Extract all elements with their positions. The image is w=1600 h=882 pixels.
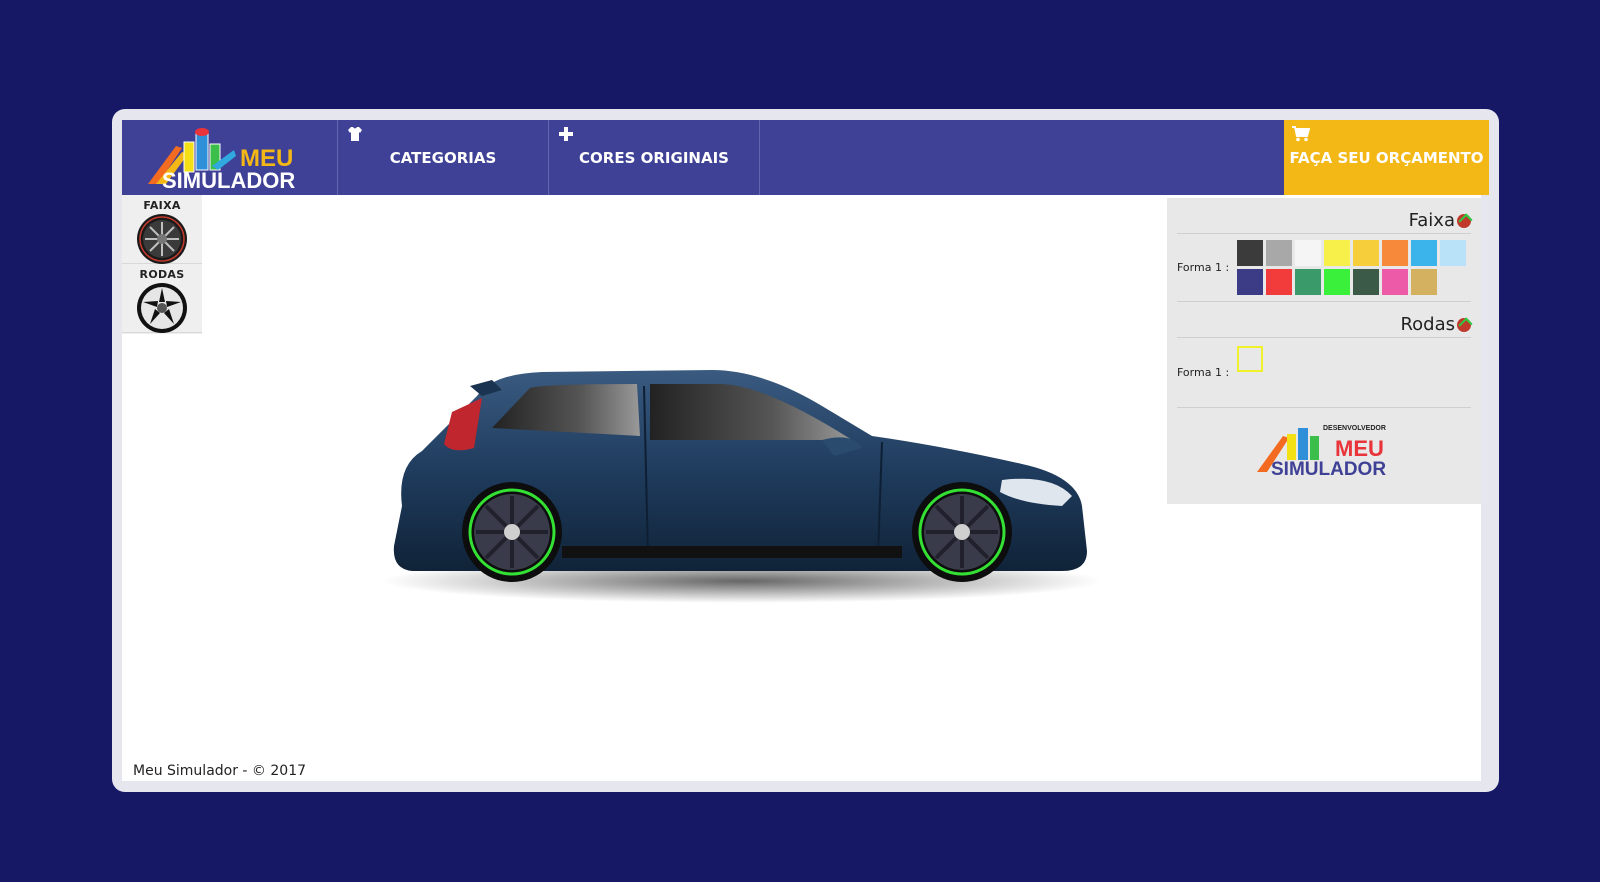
color-swatch[interactable] [1295, 240, 1321, 266]
section-rodas-label: Rodas [1400, 314, 1455, 335]
developer-logo-simulador: SIMULADOR [1271, 459, 1386, 478]
app-frame: MEU SIMULADOR CATEGORIAS CORES ORIGINAIS [112, 109, 1499, 792]
top-nav: MEU SIMULADOR CATEGORIAS CORES ORIGINAIS [122, 120, 1489, 195]
faixa-swatch-grid [1237, 240, 1466, 295]
color-swatch[interactable] [1411, 269, 1437, 295]
rodas-swatch-selected[interactable] [1237, 346, 1263, 372]
plus-icon [558, 126, 574, 146]
rodas-form-label: Forma 1 : [1177, 366, 1230, 379]
footer-copyright: Meu Simulador - © 2017 [133, 763, 307, 779]
developer-logo-meu: MEU [1335, 436, 1384, 461]
color-swatch[interactable] [1237, 240, 1263, 266]
options-panel: Faixa Forma 1 : Rodas Forma 1 : DESENVOL [1167, 198, 1481, 504]
logo-text-simulador: SIMULADOR [162, 168, 295, 190]
rodas-color-row: Forma 1 : [1177, 338, 1471, 408]
section-faixa-label: Faixa [1408, 210, 1455, 231]
color-swatch[interactable] [1237, 269, 1263, 295]
color-swatch[interactable] [1266, 269, 1292, 295]
color-swatch[interactable] [1353, 269, 1379, 295]
color-swatch[interactable] [1411, 240, 1437, 266]
rear-wheel [462, 482, 562, 582]
color-swatch[interactable] [1353, 240, 1379, 266]
section-faixa-title: Faixa [1177, 198, 1471, 234]
check-icon [1457, 317, 1471, 332]
wheel-stripe-icon [137, 214, 187, 264]
developer-logo: DESENVOLVEDOR MEU SIMULADOR [1257, 425, 1386, 478]
wheel-rim-icon [137, 283, 187, 333]
car-image [382, 370, 1102, 603]
category-faixa[interactable]: FAIXA [122, 195, 202, 264]
category-sidebar: FAIXA RODAS [122, 195, 202, 334]
app-content: MEU SIMULADOR CATEGORIAS CORES ORIGINAIS [122, 120, 1489, 781]
tab-categorias-label: CATEGORIAS [389, 148, 497, 167]
tab-cores-originais-label: CORES ORIGINAIS [579, 148, 729, 167]
category-rodas[interactable]: RODAS [122, 264, 202, 333]
faixa-color-row: Forma 1 : [1177, 234, 1471, 302]
color-swatch[interactable] [1382, 269, 1408, 295]
category-faixa-label: FAIXA [143, 199, 181, 212]
color-swatch[interactable] [1324, 269, 1350, 295]
shirt-icon [347, 126, 363, 146]
color-swatch[interactable] [1295, 269, 1321, 295]
color-swatch[interactable] [1382, 240, 1408, 266]
color-swatch[interactable] [1266, 240, 1292, 266]
color-swatch[interactable] [1324, 240, 1350, 266]
car-preview [382, 356, 1102, 616]
brand-logo[interactable]: MEU SIMULADOR [122, 120, 338, 195]
front-wheel [912, 482, 1012, 582]
color-swatch[interactable] [1440, 240, 1466, 266]
quote-button-label: FAÇA SEU ORÇAMENTO [1289, 148, 1484, 167]
check-icon [1457, 213, 1471, 228]
faixa-form-label: Forma 1 : [1177, 261, 1230, 274]
category-rodas-label: RODAS [139, 268, 185, 281]
tab-categorias[interactable]: CATEGORIAS [338, 120, 549, 195]
tab-cores-originais[interactable]: CORES ORIGINAIS [549, 120, 760, 195]
logo-graphic: MEU SIMULADOR [148, 128, 295, 190]
section-rodas-title: Rodas [1177, 302, 1471, 338]
quote-button[interactable]: FAÇA SEU ORÇAMENTO [1284, 120, 1489, 195]
cart-icon [1292, 126, 1311, 146]
developer-label: DESENVOLVEDOR [1323, 425, 1386, 432]
